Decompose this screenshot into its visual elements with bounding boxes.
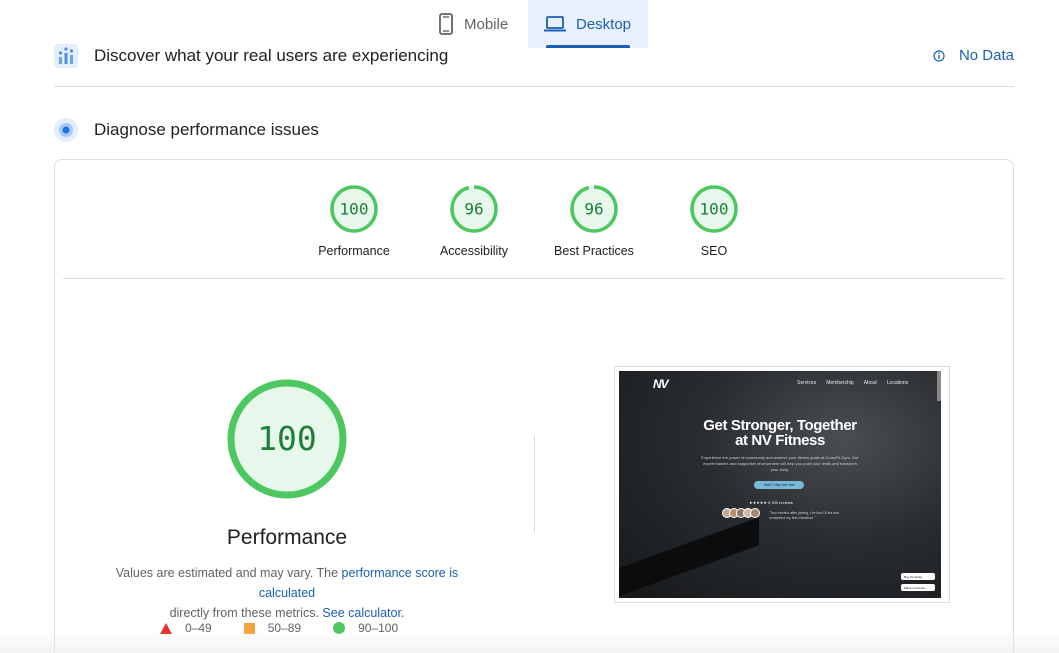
gauge-value: 100	[340, 200, 369, 219]
gauge-value: 100	[700, 200, 729, 219]
desc-text-1: Values are estimated and may vary. The	[115, 566, 342, 580]
site-nav-item: Services	[797, 380, 817, 386]
performance-big-title: Performance	[226, 526, 348, 549]
gauge-best-practices[interactable]: 96 Best Practices	[534, 184, 654, 258]
performance-big-value: 100	[257, 419, 317, 458]
gauges-divider	[63, 278, 1005, 279]
site-avatars	[722, 508, 760, 518]
site-nav-item: Locations	[886, 380, 909, 386]
tab-desktop-label: Desktop	[576, 15, 632, 33]
site-paragraph: Experience the power of community and ac…	[701, 455, 859, 472]
info-icon	[933, 49, 945, 62]
site-headline: Get Stronger, Together at NV Fitness	[659, 418, 901, 448]
final-screenshot[interactable]: NV Services Membership About Locations G…	[614, 366, 950, 603]
tab-mobile-label: Mobile	[464, 15, 509, 33]
diagnose-title: Diagnose performance issues	[94, 120, 319, 139]
no-data-link[interactable]: No Data	[933, 47, 1014, 64]
gauge-label: Best Practices	[554, 244, 634, 258]
gauge-accessibility[interactable]: 96 Accessibility	[414, 184, 534, 258]
laptop-icon	[544, 16, 566, 32]
gauge-label: Performance	[318, 244, 390, 258]
section-divider	[54, 86, 1014, 87]
tab-mobile[interactable]: Mobile	[424, 0, 528, 48]
site-cta-button: Start 7-day free trial	[754, 481, 804, 489]
gauge-ring: 100	[330, 185, 378, 233]
score-gauges: 100 Performance 96 Accessibility 96 Best…	[294, 184, 774, 258]
gauge-ring: 100	[690, 185, 738, 233]
target-icon	[54, 118, 78, 142]
tab-desktop[interactable]: Desktop	[528, 0, 648, 48]
desc-text-2: directly from these metrics.	[169, 606, 323, 620]
device-tabs: Mobile Desktop	[424, 0, 648, 48]
gauge-ring: 96	[450, 185, 498, 233]
gauge-value: 96	[584, 200, 603, 219]
treadmill-shape	[619, 511, 759, 598]
field-data-header: Discover what your real users are experi…	[54, 44, 1014, 68]
avatar	[750, 508, 760, 518]
site-quote: "Two months after joining, I've lost 15 …	[769, 511, 840, 520]
site-chip-buy: Buy Template	[901, 573, 935, 580]
field-data-title: Discover what your real users are experi…	[94, 46, 449, 65]
screenshot-image: NV Services Membership About Locations G…	[619, 371, 941, 598]
bottom-fade	[0, 631, 1059, 653]
site-nav-item: About	[863, 380, 877, 386]
gauge-label: SEO	[700, 244, 728, 258]
gauge-value: 96	[464, 200, 483, 219]
smartphone-icon	[439, 13, 453, 35]
site-headline-line2: at NV Fitness	[735, 432, 825, 449]
users-chart-icon	[54, 44, 78, 68]
no-data-label: No Data	[958, 47, 1014, 64]
diagnose-header: Diagnose performance issues	[54, 118, 1014, 142]
gauge-seo[interactable]: 100 SEO	[654, 184, 774, 258]
performance-big-gauge: 100	[227, 379, 347, 499]
site-nav: Services Membership About Locations	[797, 380, 918, 386]
screenshot-scrollbar	[937, 371, 941, 401]
vertical-divider	[534, 436, 535, 532]
gauge-ring: 96	[570, 185, 618, 233]
gauge-label: Accessibility	[439, 244, 509, 258]
see-calculator-link[interactable]: See calculator.	[322, 606, 404, 620]
gauge-performance[interactable]: 100 Performance	[294, 184, 414, 258]
site-logo: NV	[653, 377, 669, 391]
site-chip-framer: Made in Framer	[901, 584, 935, 591]
performance-description: Values are estimated and may vary. The p…	[86, 563, 488, 623]
site-reviews: ★★★★★ 5 300 reviews	[749, 500, 793, 505]
site-nav-item: Membership	[826, 380, 854, 386]
